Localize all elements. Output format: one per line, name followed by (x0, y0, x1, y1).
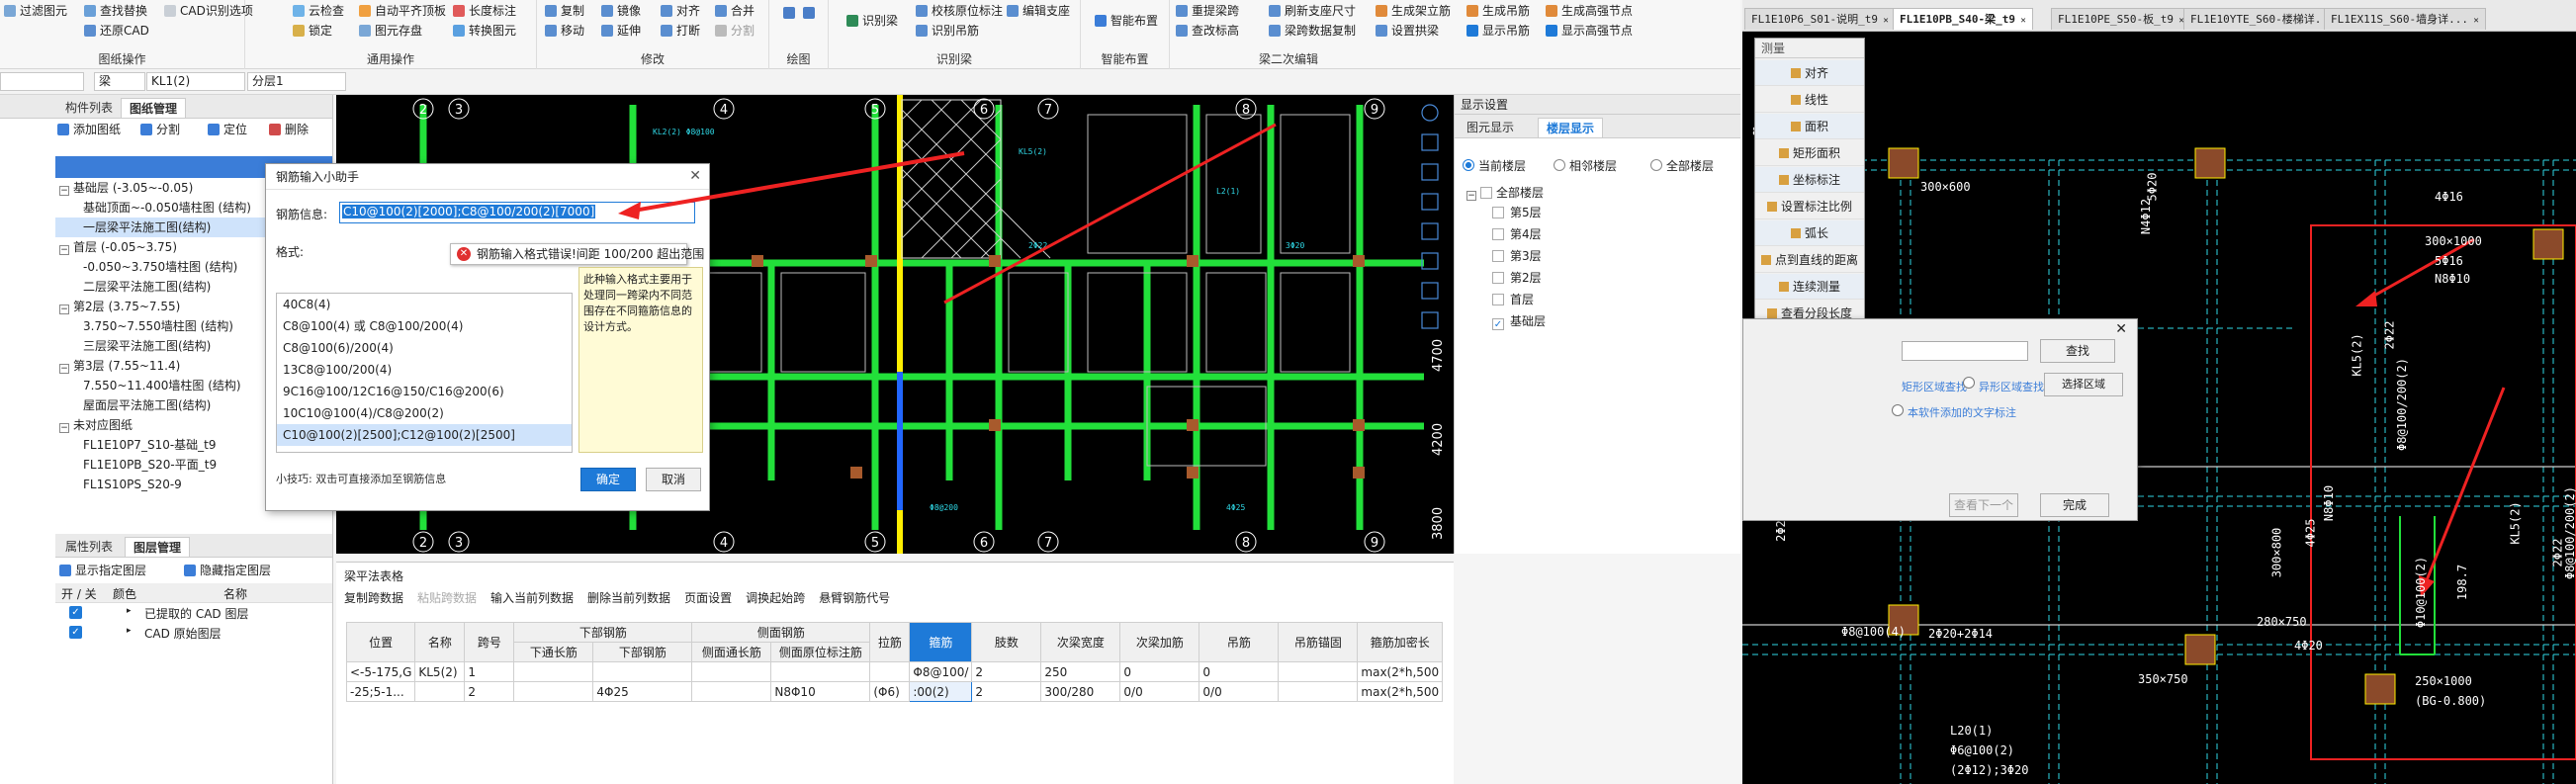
measure-item-label: 连续测量 (1792, 280, 1840, 294)
cad-label: (2Φ12);3Φ20 (1950, 763, 2029, 777)
cad-label: 2Φ20+2Φ14 (1928, 627, 1994, 641)
red-annotation-arrow (627, 151, 965, 214)
select-area-button[interactable]: 选择区域 (2044, 373, 2123, 396)
measure-icon (1778, 148, 1789, 158)
gtj-app-window: 过滤图元 查找替换 还原CAD CAD识别选项 图纸操作 云检查 锁定 自动平齐… (0, 0, 1740, 784)
measure-icon (1790, 68, 1801, 78)
cad-label: 4Φ20 (2294, 639, 2323, 653)
cad-label: Φ8@100/200(2) (2394, 358, 2409, 451)
cad-label: (BG-0.800) (2415, 694, 2487, 708)
measure-icon (1766, 202, 1777, 212)
measure-menu-item[interactable]: 连续测量 (1755, 274, 1864, 300)
rect-area-find-option[interactable]: 矩形区域查找 (1902, 379, 1967, 394)
cad-label: N8Φ10 (2435, 272, 2471, 286)
measure-item-label: 弧长 (1804, 226, 1828, 240)
measure-menu-title: 测量 (1755, 39, 1864, 58)
measure-icon (1766, 308, 1777, 318)
find-dialog: ✕ 查找 矩形区域查找 异形区域查找 选择区域 本软件添加的文字标注 查看下一个… (1742, 318, 2138, 521)
cad-viewer-window: FL1E10P6_S01-说明_t9 ✕ FL1E10PB_S40-梁_t9 ✕ F… (1742, 0, 2576, 784)
close-icon[interactable]: ✕ (1878, 16, 1888, 26)
cad-label: 250×1000 (2415, 674, 2472, 688)
close-icon[interactable]: ✕ (2115, 321, 2127, 337)
done-button[interactable]: 完成 (2040, 493, 2109, 517)
cad-label: N8Φ10 (2322, 484, 2337, 522)
doc-tab-label: FL1E10P6_S01-说明_t9 (1751, 13, 1878, 26)
measure-icon (1778, 175, 1789, 185)
cad-label: 4Φ25 (2303, 518, 2318, 548)
view-next-button[interactable]: 查看下一个 (1949, 493, 2018, 517)
cad-label: 2Φ22 (2382, 320, 2397, 350)
close-icon[interactable]: ✕ (2015, 16, 2025, 26)
measure-icon (1760, 255, 1771, 265)
cad-label: Φ8@100(4) (1841, 625, 1907, 639)
measure-item-label: 点到直线的距离 (1774, 253, 1858, 267)
cad-label: Φ8@100/200(2) (2562, 486, 2576, 579)
measure-menu-item[interactable]: 矩形面积 (1755, 140, 1864, 166)
irregular-area-find-option[interactable]: 异形区域查找 (1979, 379, 2044, 394)
measure-menu-item[interactable]: 弧长 (1755, 220, 1864, 246)
cad-label: 300×800 (2269, 527, 2284, 578)
measure-menu-item[interactable]: 对齐 (1755, 60, 1864, 86)
doc-tab[interactable]: FL1E10PE_S50-板_t9 ✕ (2051, 8, 2191, 30)
measure-item-label: 设置标注比例 (1780, 200, 1852, 214)
measure-menu-item[interactable]: 面积 (1755, 114, 1864, 139)
cad-label: N4Φ12 (2139, 198, 2154, 235)
measure-item-label: 矩形面积 (1792, 146, 1840, 160)
cad-label: Φ6@100(2) (1950, 743, 2015, 757)
document-tabs: FL1E10P6_S01-说明_t9 ✕ FL1E10PB_S40-梁_t9 ✕ F… (1742, 0, 2576, 32)
measure-item-label: 线性 (1804, 93, 1828, 107)
arrow-overlay (618, 151, 965, 219)
cad-label: L20(1) (1950, 724, 1994, 738)
cad-label: Φ10@100(2) (2414, 556, 2429, 629)
measure-menu-item[interactable]: 线性 (1755, 87, 1864, 113)
measure-icon (1790, 95, 1801, 105)
doc-tab-label: FL1EX11S_S60-墙身详... (2331, 13, 2468, 26)
custom-text-option[interactable]: 本软件添加的文字标注 (1908, 404, 2016, 420)
cad-label: 5Φ16 (2435, 254, 2463, 268)
measure-item-label: 面积 (1804, 120, 1828, 133)
cad-label: 4Φ16 (2435, 190, 2463, 204)
arrow-head (618, 202, 641, 219)
close-icon[interactable]: ✕ (2468, 16, 2478, 26)
measure-icon (1790, 228, 1801, 238)
cad-label: KL5(2) (2350, 333, 2364, 377)
find-text-input[interactable] (1902, 341, 2028, 361)
doc-tab[interactable]: FL1E10P6_S01-说明_t9 ✕ (1744, 8, 1896, 30)
find-button[interactable]: 查找 (2040, 339, 2115, 363)
doc-tab-label: FL1E10PE_S50-板_t9 (2058, 13, 2174, 26)
measure-icon (1790, 122, 1801, 131)
measure-menu-item[interactable]: 坐标标注 (1755, 167, 1864, 193)
cad-label: 300×600 (1920, 180, 1971, 194)
measure-menu-item[interactable]: 点到直线的距离 (1755, 247, 1864, 273)
radio-irregular-area[interactable] (1963, 377, 1975, 389)
cad-label: 198.7 (2455, 564, 2470, 601)
cad-label: KL5(2) (2508, 501, 2523, 545)
radio-custom-text[interactable] (1892, 404, 1904, 416)
doc-tab-label: FL1E10YTE_S60-楼梯详... (2190, 13, 2335, 26)
cad-label: 300×1000 (2425, 234, 2482, 248)
cad-label: 350×750 (2138, 672, 2188, 686)
cad-label: 280×750 (2257, 615, 2307, 629)
doc-tab[interactable]: FL1E10PB_S40-梁_t9 ✕ (1893, 8, 2033, 30)
cad-label: 5Φ20 (2145, 172, 2160, 202)
measure-item-label: 坐标标注 (1792, 173, 1840, 187)
measure-item-label: 对齐 (1804, 66, 1828, 80)
doc-tab-label: FL1E10PB_S40-梁_t9 (1900, 13, 2015, 26)
doc-tab[interactable]: FL1EX11S_S60-墙身详... ✕ (2324, 8, 2486, 30)
measure-icon (1778, 282, 1789, 292)
measure-menu-item[interactable]: 设置标注比例 (1755, 194, 1864, 219)
cad-label: 2Φ22 (2550, 538, 2565, 567)
